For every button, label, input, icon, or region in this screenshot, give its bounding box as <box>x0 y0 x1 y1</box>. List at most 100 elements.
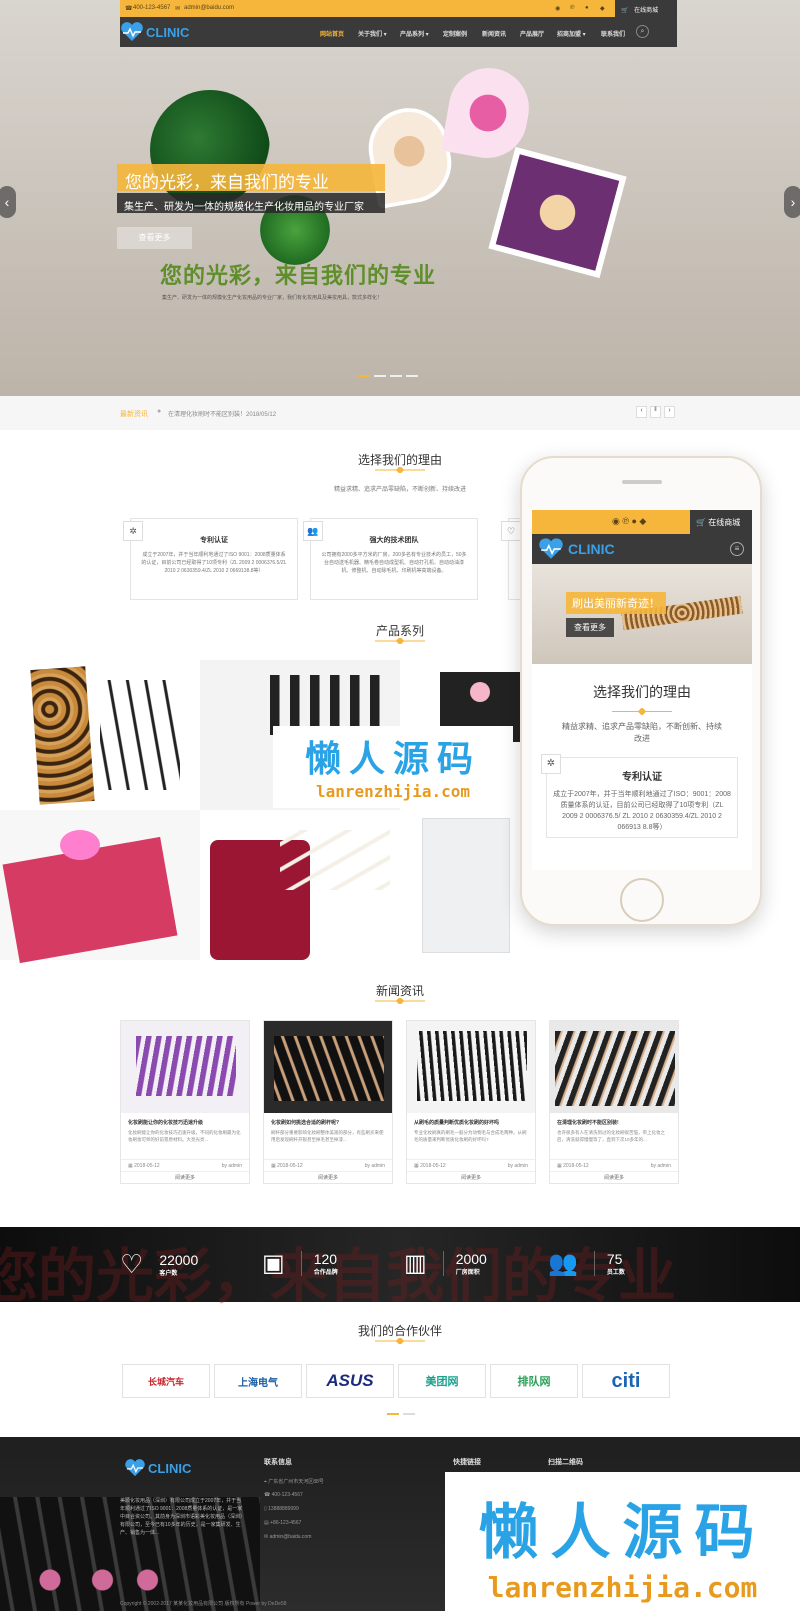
news-item-title[interactable]: 化妆刷如何挑选合适的刷杆呢? <box>264 1113 392 1129</box>
watermark-corner: 懒人源码 lanrenzhijia.com <box>445 1472 800 1611</box>
ornament-icon <box>375 638 425 644</box>
nav-products[interactable]: 产品系列 ▾ <box>400 29 429 38</box>
news-title: 新闻资讯 <box>375 984 424 998</box>
watermark-url: lanrenzhijia.com <box>487 1571 758 1604</box>
product-image-pink-case[interactable] <box>0 810 200 964</box>
phone-speaker <box>622 480 662 484</box>
partner-logo[interactable]: 美团网 <box>398 1364 486 1398</box>
illustration-card-3 <box>488 146 627 279</box>
read-more-button[interactable]: 阅读更多 <box>264 1171 392 1183</box>
partner-logo[interactable]: ASUS <box>306 1364 394 1398</box>
phone-more-button[interactable]: 查看更多 <box>566 618 614 637</box>
news-meta: ▦ 2018-05-12 by admin <box>264 1159 392 1171</box>
logo[interactable]: CLINIC <box>120 22 189 42</box>
product-image-leopard-brushes[interactable] <box>0 660 200 810</box>
partner-logo[interactable]: 上海电气 <box>214 1364 302 1398</box>
partner-name: citi <box>611 1369 641 1392</box>
news-item-title[interactable]: 化妆刷能让你的化妆技巧迅速升级 <box>121 1113 249 1129</box>
nav-about[interactable]: 关于我们 ▾ <box>358 29 387 38</box>
partners-row: 长城汽车 上海电气 ASUS 美团网 排队网 citi <box>122 1364 670 1398</box>
read-more-button[interactable]: 阅读更多 <box>550 1171 678 1183</box>
slider-next-button[interactable]: › <box>784 186 800 218</box>
slide-dot[interactable] <box>374 375 386 377</box>
phone-navbar: CLINIC ≡ <box>532 534 752 564</box>
ticker-label: 最新资讯 <box>120 411 148 418</box>
phone-card-text: 成立于2007年，并于当年顺利地通过了ISO：9001：2008质量体系的认证，… <box>553 791 731 831</box>
nav-cases[interactable]: 定制案例 <box>443 29 467 38</box>
read-more-button[interactable]: 阅读更多 <box>407 1171 535 1183</box>
read-more-button[interactable]: 阅读更多 <box>121 1171 249 1183</box>
wechat-icon[interactable]: ● <box>585 5 589 11</box>
news-date: 2018-05-12 <box>277 1162 303 1169</box>
phone-icon: ☎ <box>125 6 133 12</box>
nav-join[interactable]: 招商加盟 ▾ <box>557 29 586 38</box>
cubes-icon: ▣ <box>262 1250 285 1277</box>
top-bar: ☎ 400-123-4567 ✉ admin@baidu.com ◉ ℗ ● ◆… <box>120 0 677 17</box>
illustration-card-2 <box>440 61 536 165</box>
hero-more-button[interactable]: 查看更多 <box>117 227 192 249</box>
shop-button[interactable]: 🛒 在线商城 <box>615 0 677 17</box>
product-image-clear-bag[interactable] <box>400 810 540 960</box>
footer-links-title: 快捷链接 <box>453 1459 481 1466</box>
ticker-pause-button[interactable]: ‖ <box>650 406 661 418</box>
nav-showroom[interactable]: 产品展厅 <box>520 29 544 38</box>
slide-dots <box>358 375 418 377</box>
cart-icon: 🛒 <box>696 518 706 527</box>
pager-dot-active[interactable] <box>387 1413 399 1415</box>
reason-card-patent: ✲ 专利认证 成立于2007年，并于当年顺利地通过了ISO 9001：2008质… <box>123 518 298 600</box>
footer-logo[interactable]: CLINIC <box>124 1459 191 1477</box>
news-card[interactable]: 在清理化妆刷时不能区别装! 也许很多有人在清洗到过的化妆刷很苦恼，带上化妆之后，… <box>549 1020 679 1184</box>
news-card[interactable]: 化妆刷能让你的化妆技巧迅速升级 化妆刷能让你的化妆技巧迅速升级，不同的化妆刷最为… <box>120 1020 250 1184</box>
nav-contact[interactable]: 联系我们 <box>601 29 625 38</box>
phone-shop-button[interactable]: 🛒 在线商城 <box>690 510 752 534</box>
ticker-next-button[interactable]: › <box>664 406 675 418</box>
heart-logo-icon <box>121 22 143 41</box>
search-icon[interactable]: ⌕ <box>636 25 649 38</box>
slider-prev-button[interactable]: ‹ <box>0 186 16 218</box>
news-author: by admin <box>507 1162 528 1169</box>
news-item-excerpt: 也许很多有人在清洗到过的化妆刷很苦恼，带上化妆之后，清洗就得慢慢等了，直到下次1… <box>557 1130 665 1142</box>
slide-dot-active[interactable] <box>358 375 370 377</box>
partner-logo[interactable]: citi <box>582 1364 670 1398</box>
news-item-title[interactable]: 在清理化妆刷时不能区别装! <box>550 1113 678 1129</box>
heart-logo-icon <box>125 1459 145 1477</box>
patent-icon: ✲ <box>541 754 561 774</box>
reasons-tagline: 精益求精、追求产品零缺陷，不断创新、持续改进 <box>333 487 466 493</box>
nav-news[interactable]: 新闻资讯 <box>482 29 506 38</box>
reasons-title: 选择我们的理由 <box>357 453 442 467</box>
slide-dot[interactable] <box>406 375 418 377</box>
stat-employees: 👥 75 员工数 <box>548 1249 625 1278</box>
nav-home[interactable]: 网站首页 <box>320 29 344 38</box>
product-image-red-case[interactable] <box>200 810 400 960</box>
news-card[interactable]: 从刷毛的质量判断优质化妆刷的好坏吗 专业化妆刷真的刷毛一般分为动物毛与合成毛两种… <box>406 1020 536 1184</box>
news-meta: ▦ 2018-05-12 by admin <box>550 1159 678 1171</box>
phone-reasons-title: 选择我们的理由 <box>593 684 691 700</box>
phone-banner-title: 刷出美丽新奇迹！ <box>566 592 666 614</box>
qq-icon[interactable]: ◆ <box>600 5 605 12</box>
reason-text: 成立于2007年，并于当年顺利地通过了ISO 9001：2008质量体系的认证，… <box>141 552 287 574</box>
heart-outline-icon: ♡ <box>120 1249 144 1279</box>
phone-card-title: 专利认证 <box>622 772 662 783</box>
ticker-prev-button[interactable]: ‹ <box>636 406 647 418</box>
weibo-icon[interactable]: ◉ <box>555 5 560 12</box>
footer-mail-text[interactable]: admin@baidu.com <box>270 1534 312 1540</box>
menu-icon[interactable]: ≡ <box>730 542 744 556</box>
news-card[interactable]: 化妆刷如何挑选合适的刷杆呢? 刷杆部分重要影响化妆刷整体美观的部分，有些刷买来使… <box>263 1020 393 1184</box>
news-item-title[interactable]: 从刷毛的质量判断优质化妆刷的好坏吗 <box>407 1113 535 1129</box>
cart-icon: 🛒 <box>621 8 629 14</box>
products-title: 产品系列 <box>375 624 424 638</box>
pinterest-icon[interactable]: ℗ <box>570 5 574 11</box>
phone-tagline: 精益求精、追求产品零缺陷，不断创新、持续改进 <box>562 722 722 743</box>
pager-dot[interactable] <box>403 1413 415 1415</box>
news-date: 2018-05-12 <box>134 1162 160 1169</box>
mail-icon: ✉ <box>175 6 181 12</box>
users-icon: 👥 <box>548 1250 578 1277</box>
footer-contact-title: 联系信息 <box>264 1459 292 1466</box>
ticker-text[interactable]: 在清理化妆刷时不能区别装！2018/05/12 <box>168 409 276 418</box>
partner-logo[interactable]: 长城汽车 <box>122 1364 210 1398</box>
stat-number: 75 <box>606 1251 623 1267</box>
partner-logo[interactable]: 排队网 <box>490 1364 578 1398</box>
phone-shop-label: 在线商城 <box>708 518 741 527</box>
slide-dot[interactable] <box>390 375 402 377</box>
hero-subtitle-box: 集生产、研发为一体的规模化生产化妆用品的专业厂家 <box>117 193 385 213</box>
